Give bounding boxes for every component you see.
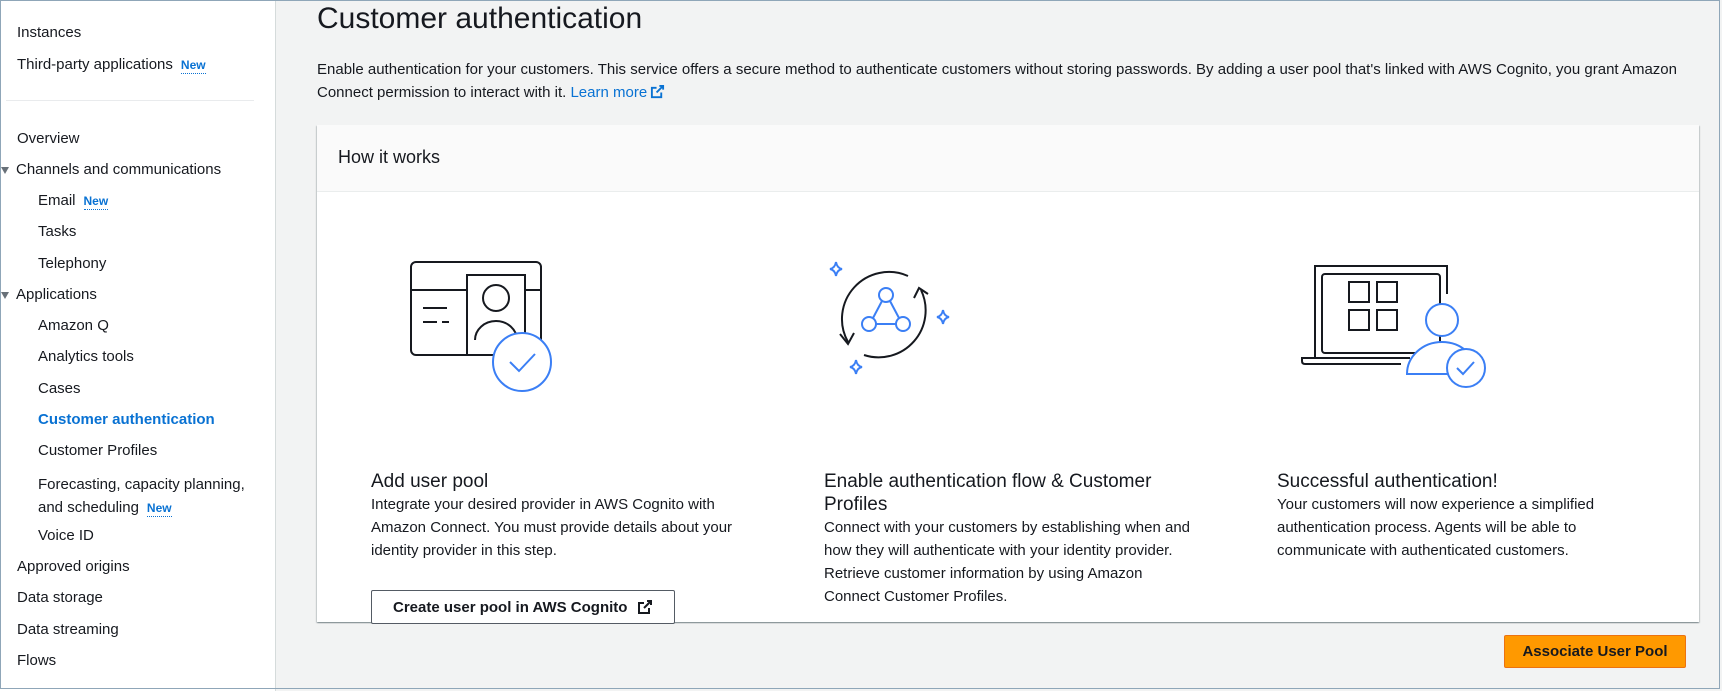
- sidebar-section-channels[interactable]: Channels and communications: [16, 161, 221, 178]
- sidebar: Instances Third-party applications New Ov…: [0, 0, 276, 691]
- new-badge: New: [180, 58, 206, 74]
- associate-user-pool-button[interactable]: Associate User Pool: [1504, 635, 1686, 668]
- sidebar-item-customer-authentication[interactable]: Customer authentication: [38, 411, 215, 428]
- sidebar-item-label: Forecasting, capacity planning,: [38, 476, 245, 493]
- step-description: Connect with your customers by establish…: [824, 519, 1191, 605]
- sidebar-divider: [6, 100, 254, 101]
- sidebar-item-label: Customer Profiles: [38, 442, 158, 459]
- sidebar-item-instances[interactable]: Instances: [17, 24, 81, 41]
- description-text: Enable authentication for your customers…: [317, 61, 1677, 101]
- laptop-user-check-icon: [1301, 265, 1486, 388]
- step-description: Integrate your desired provider in AWS C…: [371, 496, 733, 559]
- sidebar-item-label: Email: [38, 192, 76, 209]
- page-title: Customer authentication: [317, 2, 643, 35]
- sidebar-item-customer-profiles[interactable]: Customer Profiles: [38, 442, 157, 459]
- sidebar-item-label: Cases: [38, 380, 81, 397]
- new-badge: New: [146, 501, 172, 517]
- page-description: Enable authentication for your customers…: [317, 58, 1697, 104]
- sidebar-item-label: Customer authentication: [38, 411, 215, 428]
- sidebar-item-label: Channels and communications: [16, 161, 222, 178]
- learn-more-label: Learn more: [570, 84, 648, 101]
- sidebar-item-label: Voice ID: [38, 527, 94, 544]
- sidebar-item-email[interactable]: Email New: [38, 192, 109, 210]
- sidebar-item-cases[interactable]: Cases: [38, 380, 81, 397]
- sidebar-item-overview[interactable]: Overview: [17, 130, 80, 147]
- external-link-icon: [638, 600, 653, 614]
- sidebar-item-label: and scheduling: [38, 499, 139, 516]
- sidebar-item-approved-origins[interactable]: Approved origins: [17, 558, 130, 575]
- sidebar-item-data-storage[interactable]: Data storage: [17, 589, 103, 606]
- sidebar-item-label: Data storage: [17, 589, 103, 606]
- sidebar-item-label: Telephony: [38, 255, 107, 272]
- sidebar-section-applications[interactable]: Applications: [16, 286, 97, 303]
- sidebar-item-voice-id[interactable]: Voice ID: [38, 527, 94, 544]
- how-it-works-panel: How it works Add user pool Integrate you…: [317, 125, 1699, 624]
- sidebar-item-tasks[interactable]: Tasks: [38, 223, 76, 240]
- button-label: Create user pool in AWS Cognito: [393, 598, 628, 616]
- caret-down-icon[interactable]: [1, 292, 9, 299]
- new-badge: New: [83, 194, 109, 210]
- sidebar-item-label: Applications: [16, 286, 97, 303]
- sidebar-item-label: Instances: [17, 24, 82, 41]
- create-user-pool-button[interactable]: Create user pool in AWS Cognito: [371, 590, 676, 624]
- panel-header: How it works: [317, 125, 1699, 192]
- sidebar-item-telephony[interactable]: Telephony: [38, 255, 106, 272]
- step-description: Your customers will now experience a sim…: [1277, 496, 1595, 559]
- sidebar-item-label: Flows: [17, 652, 57, 669]
- id-card-check-icon: [410, 261, 552, 392]
- external-link-icon: [651, 84, 665, 99]
- sidebar-item-third-party-applications[interactable]: Third-party applications New: [17, 56, 206, 74]
- sidebar-item-forecasting[interactable]: Forecasting, capacity planning, and sched…: [38, 473, 245, 520]
- step-title: Successful authentication!: [1277, 471, 1498, 492]
- sidebar-item-label: Overview: [17, 130, 80, 147]
- sidebar-item-flows[interactable]: Flows: [17, 652, 56, 669]
- sidebar-item-label: Approved origins: [17, 558, 130, 575]
- sidebar-item-label: Analytics tools: [38, 348, 134, 365]
- auth-flow-cycle-icon: [829, 261, 950, 375]
- sidebar-item-label: Third-party applications: [17, 56, 173, 73]
- sidebar-item-label: Tasks: [38, 223, 77, 240]
- learn-more-link[interactable]: Learn more: [570, 84, 665, 101]
- sidebar-item-label: Data streaming: [17, 621, 119, 638]
- sidebar-item-label: Amazon Q: [38, 317, 109, 334]
- step-title: Add user pool: [371, 471, 489, 492]
- caret-down-icon[interactable]: [1, 167, 9, 174]
- sidebar-item-analytics-tools[interactable]: Analytics tools: [38, 348, 134, 365]
- sidebar-item-amazon-q[interactable]: Amazon Q: [38, 317, 109, 334]
- step-title: Enable authentication flow & Customer Pr…: [824, 471, 1152, 515]
- sidebar-item-data-streaming[interactable]: Data streaming: [17, 621, 119, 638]
